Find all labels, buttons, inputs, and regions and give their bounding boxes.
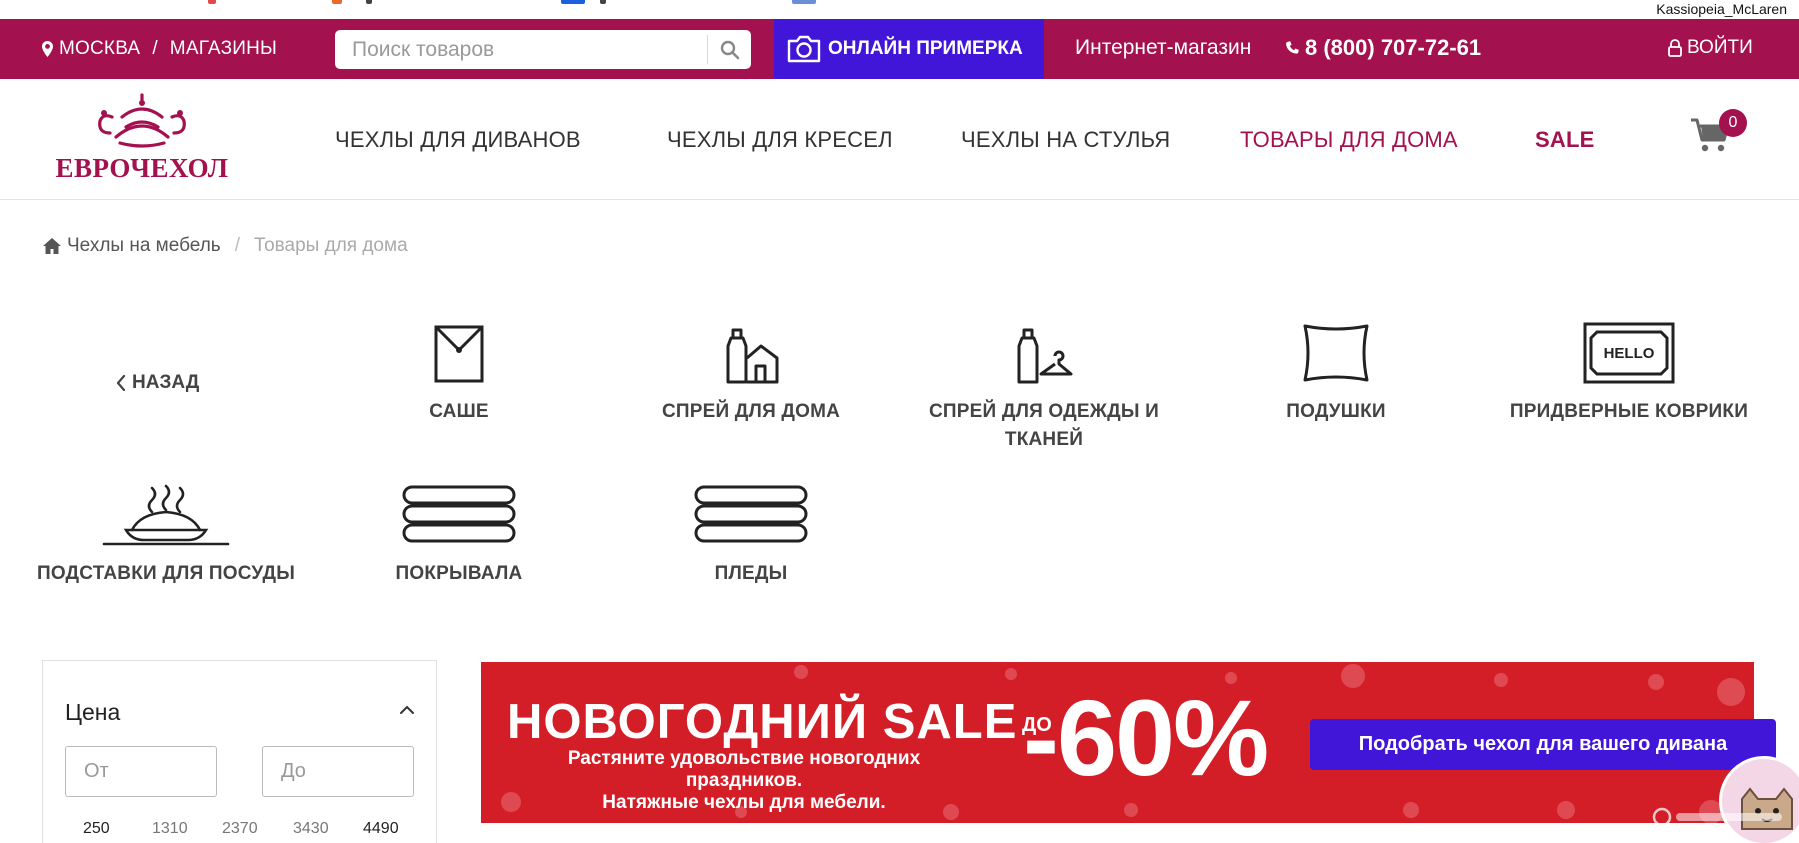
banner-subtitle: Растяните удовольствие новогодних праздн… (509, 748, 979, 814)
price-tick: 4490 (363, 820, 399, 837)
location-separator: / (152, 38, 158, 59)
price-tick: 250 (83, 820, 110, 837)
price-to-input[interactable] (262, 746, 414, 797)
crown-logo-icon (98, 93, 186, 148)
category-label: СПРЕЙ ДЛЯ ДОМА (661, 401, 841, 422)
lock-icon (1668, 39, 1682, 57)
back-label: НАЗАД (132, 372, 200, 393)
breadcrumb: Чехлы на мебель / Товары для дома (43, 235, 408, 257)
recommend-watermark (1652, 807, 1782, 827)
pillow-icon (1303, 324, 1369, 382)
price-tick: 1310 (152, 820, 188, 837)
search-button[interactable] (708, 30, 751, 69)
folded-blanket-icon (402, 485, 516, 543)
camera-icon (787, 35, 821, 63)
category-label: ПОДСТАВКИ ДЛЯ ПОСУДЫ (36, 563, 296, 584)
logo[interactable]: ЕВРОЧЕХОЛ (44, 93, 240, 183)
bookmark-fragment[interactable] (366, 0, 372, 4)
category-label: СПРЕЙ ДЛЯ ОДЕЖДЫ И ТКАНЕЙ (928, 401, 1160, 450)
cart-count-badge: 0 (1719, 109, 1747, 137)
price-tick: 2370 (222, 820, 258, 837)
banner-title: НОВОГОДНИЙ SALE (507, 695, 1018, 749)
back-link[interactable]: НАЗАД (116, 372, 199, 394)
category-doormats[interactable]: HELLO ПРИДВЕРНЫЕ КОВРИКИ (1494, 320, 1764, 426)
logo-text: ЕВРОЧЕХОЛ (55, 153, 229, 183)
price-filter-title: Цена (65, 699, 121, 725)
category-trivets[interactable]: ПОДСТАВКИ ДЛЯ ПОСУДЫ (31, 482, 301, 588)
nav-home-goods[interactable]: ТОВАРЫ ДЛЯ ДОМА (1240, 127, 1458, 153)
search-icon (720, 40, 739, 59)
bookmark-fragment[interactable] (600, 0, 606, 4)
category-home-spray[interactable]: СПРЕЙ ДЛЯ ДОМА (616, 320, 886, 426)
browser-bookmarks-bar: Kassiopeia_McLaren (0, 0, 1799, 19)
chevron-left-icon (116, 375, 126, 391)
search-box (335, 30, 751, 69)
price-tick: 3430 (293, 820, 329, 837)
hot-dish-icon (102, 484, 230, 546)
phone-icon (1286, 40, 1299, 54)
breadcrumb-current: Товары для дома (253, 235, 408, 256)
bookmark-fragment[interactable] (208, 0, 216, 4)
stores-link[interactable]: МАГАЗИНЫ (170, 38, 277, 60)
chevron-up-icon[interactable] (399, 705, 415, 715)
category-plaids[interactable]: ПЛЕДЫ (616, 482, 886, 588)
breadcrumb-separator: / (234, 235, 240, 256)
city-link[interactable]: МОСКВА (59, 38, 140, 60)
nav-sale[interactable]: SALE (1535, 127, 1594, 153)
online-fitting-button[interactable]: ОНЛАЙН ПРИМЕРКА (774, 19, 1044, 79)
doormat-icon: HELLO (1583, 322, 1675, 384)
envelope-icon (434, 325, 484, 383)
login-label: ВОЙТИ (1687, 37, 1753, 58)
price-filter-panel: Цена 250 1310 2370 3430 4490 (42, 660, 437, 843)
bookmark-fragment[interactable] (561, 0, 585, 4)
browser-username: Kassiopeia_McLaren (1652, 1, 1791, 17)
map-pin-icon (42, 41, 53, 57)
search-input[interactable] (335, 30, 707, 69)
breadcrumb-home-link[interactable]: Чехлы на мебель (67, 235, 221, 257)
bookmark-fragment[interactable] (332, 0, 342, 4)
category-label: ПОДУШКИ (1286, 401, 1386, 422)
home-icon (43, 238, 61, 254)
login-button[interactable]: ВОЙТИ (1668, 37, 1753, 59)
doormat-hello-text: HELLO (1604, 345, 1655, 362)
nav-sofa-covers[interactable]: ЧЕХЛЫ ДЛЯ ДИВАНОВ (335, 127, 581, 153)
online-fitting-label: ОНЛАЙН ПРИМЕРКА (828, 38, 1023, 59)
location-links: МОСКВА / МАГАЗИНЫ (42, 38, 277, 60)
spray-hanger-icon (1017, 328, 1073, 384)
category-fabric-spray[interactable]: СПРЕЙ ДЛЯ ОДЕЖДЫ И ТКАНЕЙ (909, 320, 1179, 454)
phone-number: 8 (800) 707-72-61 (1305, 35, 1482, 60)
category-label: ПОКРЫВАЛА (395, 563, 523, 584)
phone-link[interactable]: 8 (800) 707-72-61 (1285, 35, 1481, 61)
bookmark-fragment[interactable] (792, 0, 816, 4)
category-pillows[interactable]: ПОДУШКИ (1201, 320, 1471, 426)
spray-home-icon (726, 328, 779, 384)
banner-subtitle-line: Растяните удовольствие новогодних праздн… (567, 748, 921, 791)
category-label: САШЕ (429, 401, 489, 422)
top-bar: МОСКВА / МАГАЗИНЫ ОНЛАЙН ПРИМЕРКА Интерн… (0, 19, 1799, 79)
online-shop-label: Интернет-магазин (1075, 36, 1252, 59)
price-from-input[interactable] (65, 746, 217, 797)
folded-plaid-icon (694, 485, 808, 543)
nav-armchair-covers[interactable]: ЧЕХЛЫ ДЛЯ КРЕСЕЛ (667, 127, 893, 153)
nav-chair-covers[interactable]: ЧЕХЛЫ НА СТУЛЬЯ (961, 127, 1170, 153)
category-bedspreads[interactable]: ПОКРЫВАЛА (324, 482, 594, 588)
category-label: ПЛЕДЫ (714, 563, 788, 584)
banner-subtitle-line: Натяжные чехлы для мебели. (602, 792, 886, 813)
main-header: ЕВРОЧЕХОЛ ЧЕХЛЫ ДЛЯ ДИВАНОВ ЧЕХЛЫ ДЛЯ КР… (0, 79, 1799, 200)
category-label: ПРИДВЕРНЫЕ КОВРИКИ (1509, 401, 1749, 422)
pick-cover-button[interactable]: Подобрать чехол для вашего дивана (1310, 719, 1776, 770)
banner-discount: -60% (1023, 677, 1269, 798)
category-sachet[interactable]: САШЕ (324, 320, 594, 426)
